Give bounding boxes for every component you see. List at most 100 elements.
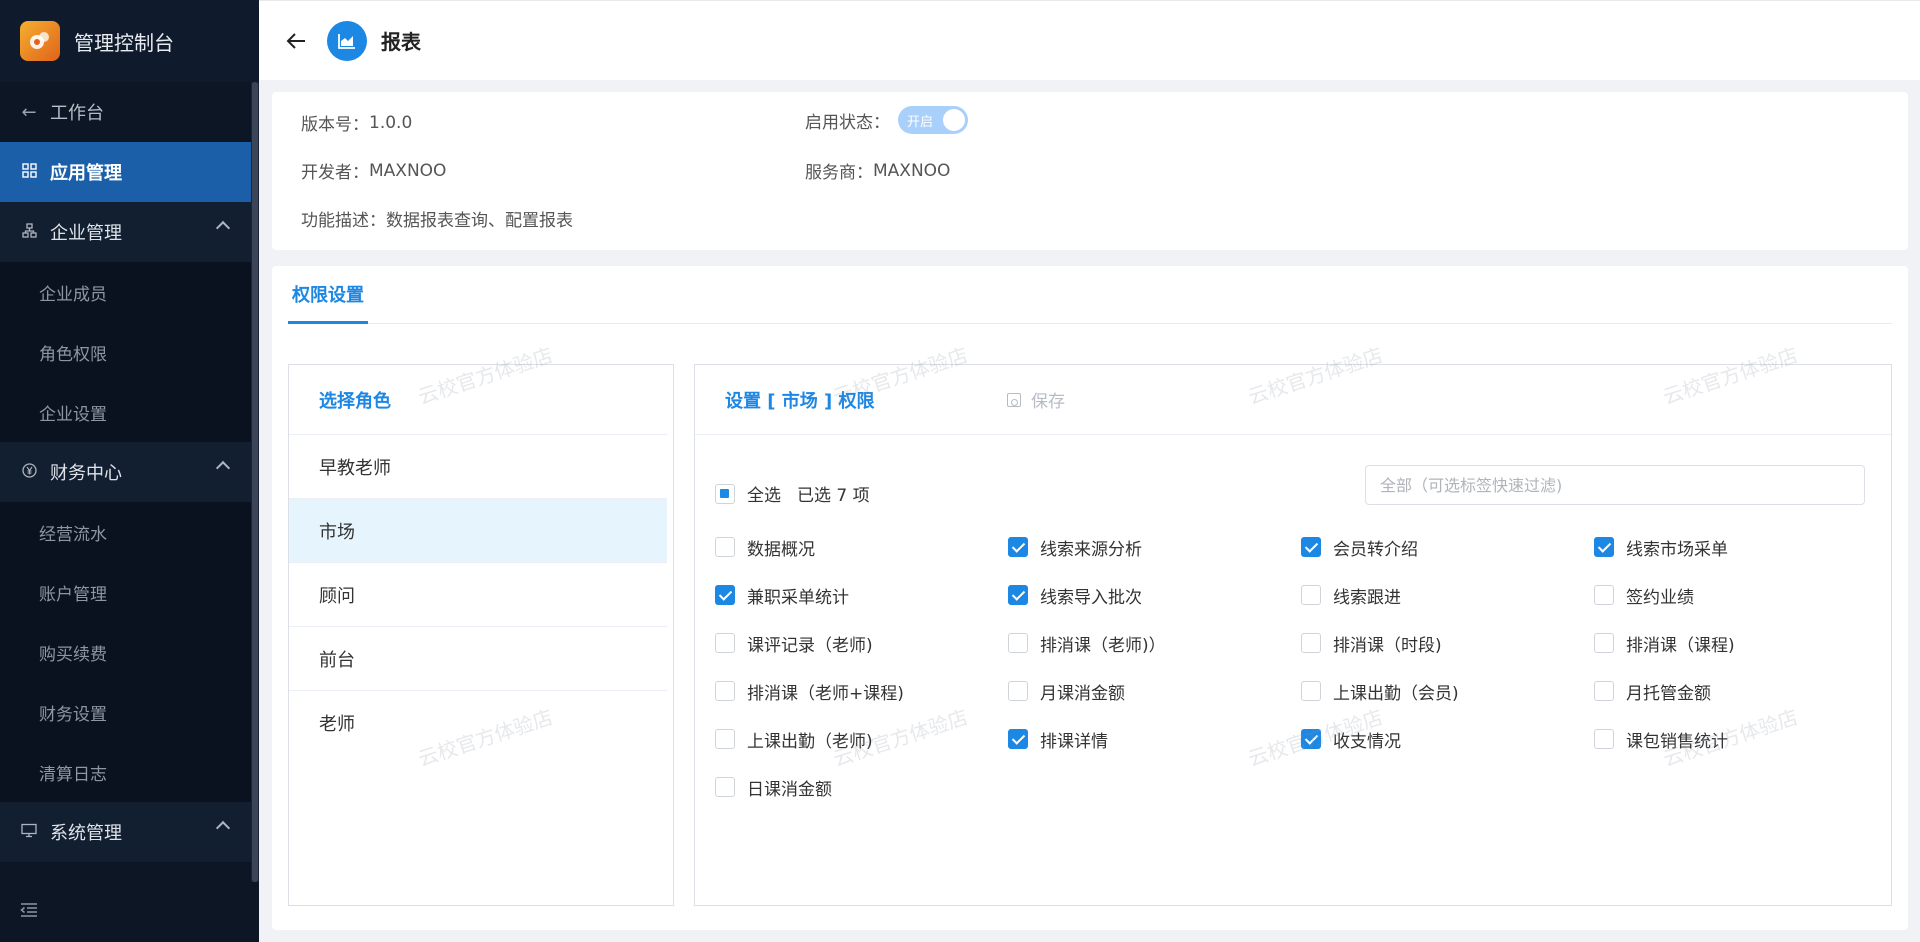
permission-item[interactable]: 收支情况	[1301, 715, 1594, 763]
checkbox-checked[interactable]	[1301, 537, 1321, 557]
toggle-text: 开启	[907, 115, 934, 130]
permission-item[interactable]: 线索导入批次	[1008, 571, 1301, 619]
sidebar-item-accounts[interactable]: 账户管理	[0, 562, 252, 622]
developer-row: 开发者： MAXNOO	[301, 158, 446, 184]
role-item[interactable]: 前台	[289, 627, 667, 691]
checkbox-checked[interactable]	[1301, 729, 1321, 749]
scrollbar-thumb[interactable]	[252, 82, 258, 882]
arrow-left-icon	[286, 32, 305, 49]
role-panel: 选择角色 早教老师 市场 顾问 前台 老师	[288, 364, 674, 906]
status-label: 启用状态：	[805, 112, 890, 133]
sidebar-group-enterprise[interactable]: 企业管理	[0, 202, 252, 262]
permission-item[interactable]: 排消课（课程)	[1594, 619, 1885, 667]
checkbox-checked[interactable]	[1008, 585, 1028, 605]
sidebar-item-settlement-log[interactable]: 清算日志	[0, 742, 252, 802]
sidebar-item-purchase[interactable]: 购买续费	[0, 622, 252, 682]
permission-item[interactable]: 上课出勤（老师)	[715, 715, 1008, 763]
sidebar-item-finance-settings[interactable]: 财务设置	[0, 682, 252, 742]
chevron-up-icon	[215, 820, 231, 836]
checkbox[interactable]	[715, 729, 735, 749]
select-all-label: 全选	[747, 486, 781, 506]
role-item-selected[interactable]: 市场	[289, 499, 667, 563]
checkbox[interactable]	[715, 537, 735, 557]
checkbox[interactable]	[715, 681, 735, 701]
sidebar-item-members[interactable]: 企业成员	[0, 262, 252, 322]
tab-permission-settings[interactable]: 权限设置	[288, 266, 368, 324]
chevron-up-icon	[215, 460, 231, 476]
checkbox-checked[interactable]	[1594, 537, 1614, 557]
permission-item-label: 排消课（老师)）	[1040, 635, 1166, 656]
checkbox[interactable]	[1594, 729, 1614, 749]
checkbox[interactable]	[1008, 681, 1028, 701]
permission-item[interactable]: 线索市场采单	[1594, 523, 1885, 571]
checkbox[interactable]	[715, 633, 735, 653]
save-label: 保存	[1031, 392, 1065, 412]
back-button[interactable]	[281, 26, 311, 56]
permission-item[interactable]: 会员转介绍	[1301, 523, 1594, 571]
permission-item[interactable]: 日课消金额	[715, 763, 1008, 811]
brand-title: 管理控制台	[74, 30, 174, 55]
selected-count: 已选 7 项	[797, 486, 870, 506]
checkbox[interactable]	[1301, 585, 1321, 605]
permission-item[interactable]: 课包销售统计	[1594, 715, 1885, 763]
menu-fold-icon[interactable]	[20, 902, 38, 922]
permission-panel-header: 设置 [ 市场 ] 权限 保存	[695, 365, 1891, 435]
permission-item[interactable]: 兼职采单统计	[715, 571, 1008, 619]
page-title: 报表	[381, 30, 421, 54]
checkbox-checked[interactable]	[1008, 537, 1028, 557]
checkbox-checked[interactable]	[715, 585, 735, 605]
tab-bar: 权限设置	[288, 266, 1892, 324]
sidebar-item-enterprise-settings[interactable]: 企业设置	[0, 382, 252, 442]
checkbox[interactable]	[1594, 585, 1614, 605]
sidebar-group-finance[interactable]: 财务中心	[0, 442, 252, 502]
description-row: 功能描述： 数据报表查询、配置报表	[301, 206, 573, 231]
checkbox[interactable]	[715, 777, 735, 797]
checkbox[interactable]	[715, 483, 735, 504]
permission-item[interactable]: 线索来源分析	[1008, 523, 1301, 571]
role-item[interactable]: 早教老师	[289, 435, 667, 499]
role-item[interactable]: 顾问	[289, 563, 667, 627]
sidebar-item-cash-flow[interactable]: 经营流水	[0, 502, 252, 562]
chevron-up-icon	[215, 220, 231, 236]
checkbox[interactable]	[1008, 633, 1028, 653]
app-info-card: 版本号： 1.0.0 启用状态： 开启 开发者： MAXNOO 服务商： MAX…	[272, 92, 1908, 250]
permission-item[interactable]: 课评记录（老师)	[715, 619, 1008, 667]
arrow-left-icon: ←	[21, 101, 37, 123]
role-item[interactable]: 老师	[289, 691, 667, 755]
sidebar-group-system[interactable]: 系统管理	[0, 802, 252, 862]
permission-item[interactable]: 排消课（时段)	[1301, 619, 1594, 667]
select-all-checkbox[interactable]: 全选 已选 7 项	[715, 481, 870, 506]
sidebar-submenu-finance: 经营流水 账户管理 购买续费 财务设置 清算日志	[0, 502, 252, 802]
permission-item[interactable]: 上课出勤（会员)	[1301, 667, 1594, 715]
org-icon	[20, 222, 38, 242]
sidebar-item-workbench[interactable]: ← 工作台	[0, 82, 252, 142]
description-value: 数据报表查询、配置报表	[386, 211, 573, 231]
checkbox[interactable]	[1301, 681, 1321, 701]
permission-item[interactable]: 月课消金额	[1008, 667, 1301, 715]
permission-item[interactable]: 月托管金额	[1594, 667, 1885, 715]
sidebar-submenu-enterprise: 企业成员 角色权限 企业设置	[0, 262, 252, 442]
permission-item[interactable]: 排消课（老师)）	[1008, 619, 1301, 667]
sidebar-group-label: 财务中心	[50, 463, 122, 484]
checkbox-checked[interactable]	[1008, 729, 1028, 749]
permission-item[interactable]: 排消课（老师+课程)	[715, 667, 1008, 715]
permission-grid: 数据概况 线索来源分析 会员转介绍 线索市场采单兼职采单统计 线索导入批次 线索跟进 签约业…	[715, 523, 1885, 811]
permission-item-label: 签约业绩	[1626, 587, 1694, 608]
sidebar-item-roles[interactable]: 角色权限	[0, 322, 252, 382]
sidebar-item-app-management[interactable]: 应用管理	[0, 142, 252, 202]
checkbox[interactable]	[1594, 681, 1614, 701]
permission-item[interactable]: 签约业绩	[1594, 571, 1885, 619]
permission-item-label: 兼职采单统计	[747, 587, 849, 608]
permission-item-label: 排消课（老师+课程)	[747, 683, 904, 704]
permission-item[interactable]: 排课详情	[1008, 715, 1301, 763]
permission-item-label: 月课消金额	[1040, 683, 1125, 704]
permission-item-label: 数据概况	[747, 539, 815, 560]
status-toggle[interactable]: 开启	[898, 106, 968, 134]
checkbox[interactable]	[1594, 633, 1614, 653]
permission-item[interactable]: 数据概况	[715, 523, 1008, 571]
sidebar-scrollbar[interactable]	[251, 82, 259, 882]
permission-item[interactable]: 线索跟进	[1301, 571, 1594, 619]
tag-filter-input[interactable]	[1365, 465, 1865, 505]
save-button[interactable]: 保存	[1007, 387, 1065, 412]
checkbox[interactable]	[1301, 633, 1321, 653]
